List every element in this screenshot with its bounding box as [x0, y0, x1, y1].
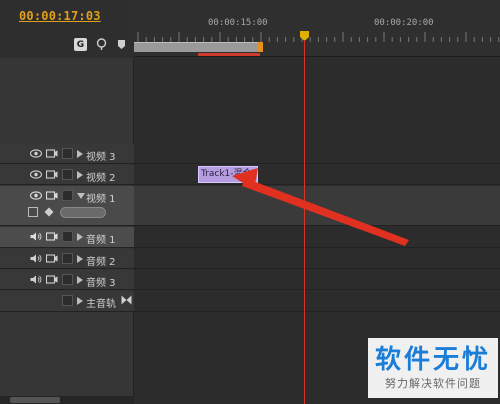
collapse-track-icon[interactable]	[77, 193, 85, 199]
video-1-keyframe-controls	[28, 206, 108, 220]
expand-track-icon[interactable]	[77, 150, 83, 158]
camera-icon[interactable]	[46, 232, 58, 241]
keyframe-icon[interactable]	[44, 207, 54, 217]
track-name: 主音轨	[86, 299, 116, 310]
track-row-audio-2: 音频 2	[0, 249, 500, 269]
track-lane-video-1[interactable]	[134, 186, 500, 225]
track-lock-toggle[interactable]	[62, 295, 73, 306]
track-row-video-3: 视频 3	[0, 144, 500, 164]
work-area-end-handle[interactable]	[258, 42, 263, 52]
track-name: 视频 3	[86, 152, 116, 163]
eye-icon[interactable]	[30, 149, 42, 158]
keyframe-navigator[interactable]	[60, 207, 106, 218]
ruler-ticks	[137, 32, 500, 42]
camera-icon[interactable]	[46, 149, 58, 158]
watermark: 软件无忧 努力解决软件问题	[368, 338, 498, 398]
timeline-panel: 00:00:17:03 G 00:00:15:00 00:00:20:00 视频	[0, 0, 500, 404]
camera-icon[interactable]	[46, 170, 58, 179]
marker-icon[interactable]	[115, 38, 128, 51]
expand-track-icon[interactable]	[77, 171, 83, 179]
track-name: 视频 1	[86, 194, 116, 205]
track-row-audio-3: 音频 3	[0, 270, 500, 290]
scrollbar-thumb[interactable]	[10, 397, 60, 403]
display-style-icon[interactable]	[28, 207, 38, 217]
track-name: 音频 2	[86, 257, 116, 268]
track-name: 音频 1	[86, 235, 116, 246]
expand-track-icon[interactable]	[77, 297, 83, 305]
time-ruler[interactable]: 00:00:15:00 00:00:20:00	[134, 0, 500, 57]
work-area-bar[interactable]	[134, 42, 260, 52]
eye-icon[interactable]	[30, 191, 42, 200]
set-encore-marker-icon[interactable]	[95, 38, 108, 51]
track-name: 音频 3	[86, 278, 116, 289]
speaker-icon[interactable]	[30, 275, 42, 284]
mixer-bowtie-icon[interactable]	[121, 295, 132, 305]
track-lock-toggle[interactable]	[62, 190, 73, 201]
track-row-master: 主音轨	[0, 291, 500, 312]
timeline-clip[interactable]: Track1-混合1	[198, 166, 258, 183]
watermark-title: 软件无忧	[374, 345, 491, 375]
expand-track-icon[interactable]	[77, 255, 83, 263]
speaker-icon[interactable]	[30, 232, 42, 241]
ruler-label-20s: 00:00:20:00	[374, 18, 434, 28]
expand-track-icon[interactable]	[77, 233, 83, 241]
track-lock-toggle[interactable]	[62, 231, 73, 242]
playhead-line[interactable]	[304, 40, 305, 404]
snap-icon[interactable]: G	[74, 38, 87, 51]
track-name: 视频 2	[86, 173, 116, 184]
render-status-bar	[198, 53, 260, 56]
eye-icon[interactable]	[30, 170, 42, 179]
track-lock-toggle[interactable]	[62, 169, 73, 180]
track-lock-toggle[interactable]	[62, 148, 73, 159]
watermark-subtitle: 努力解决软件问题	[385, 377, 481, 390]
camera-icon[interactable]	[46, 254, 58, 263]
track-lock-toggle[interactable]	[62, 274, 73, 285]
current-timecode[interactable]: 00:00:17:03	[19, 9, 101, 23]
speaker-icon[interactable]	[30, 254, 42, 263]
camera-icon[interactable]	[46, 191, 58, 200]
track-row-audio-1: 音频 1	[0, 227, 500, 248]
camera-icon[interactable]	[46, 275, 58, 284]
track-lock-toggle[interactable]	[62, 253, 73, 264]
ruler-label-15s: 00:00:15:00	[208, 18, 268, 28]
expand-track-icon[interactable]	[77, 276, 83, 284]
